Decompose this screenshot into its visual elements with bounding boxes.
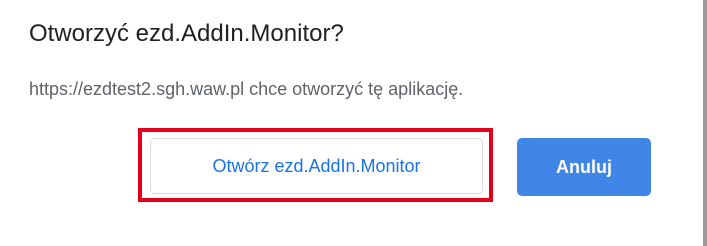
highlight-frame (138, 128, 493, 202)
dialog-title: Otworzyć ezd.AddIn.Monitor? (29, 20, 344, 47)
cancel-button[interactable]: Anuluj (517, 138, 651, 196)
dialog-message: https://ezdtest2.sgh.waw.pl chce otworzy… (29, 79, 464, 99)
open-app-dialog: Otworzyć ezd.AddIn.Monitor? https://ezdt… (0, 0, 707, 246)
